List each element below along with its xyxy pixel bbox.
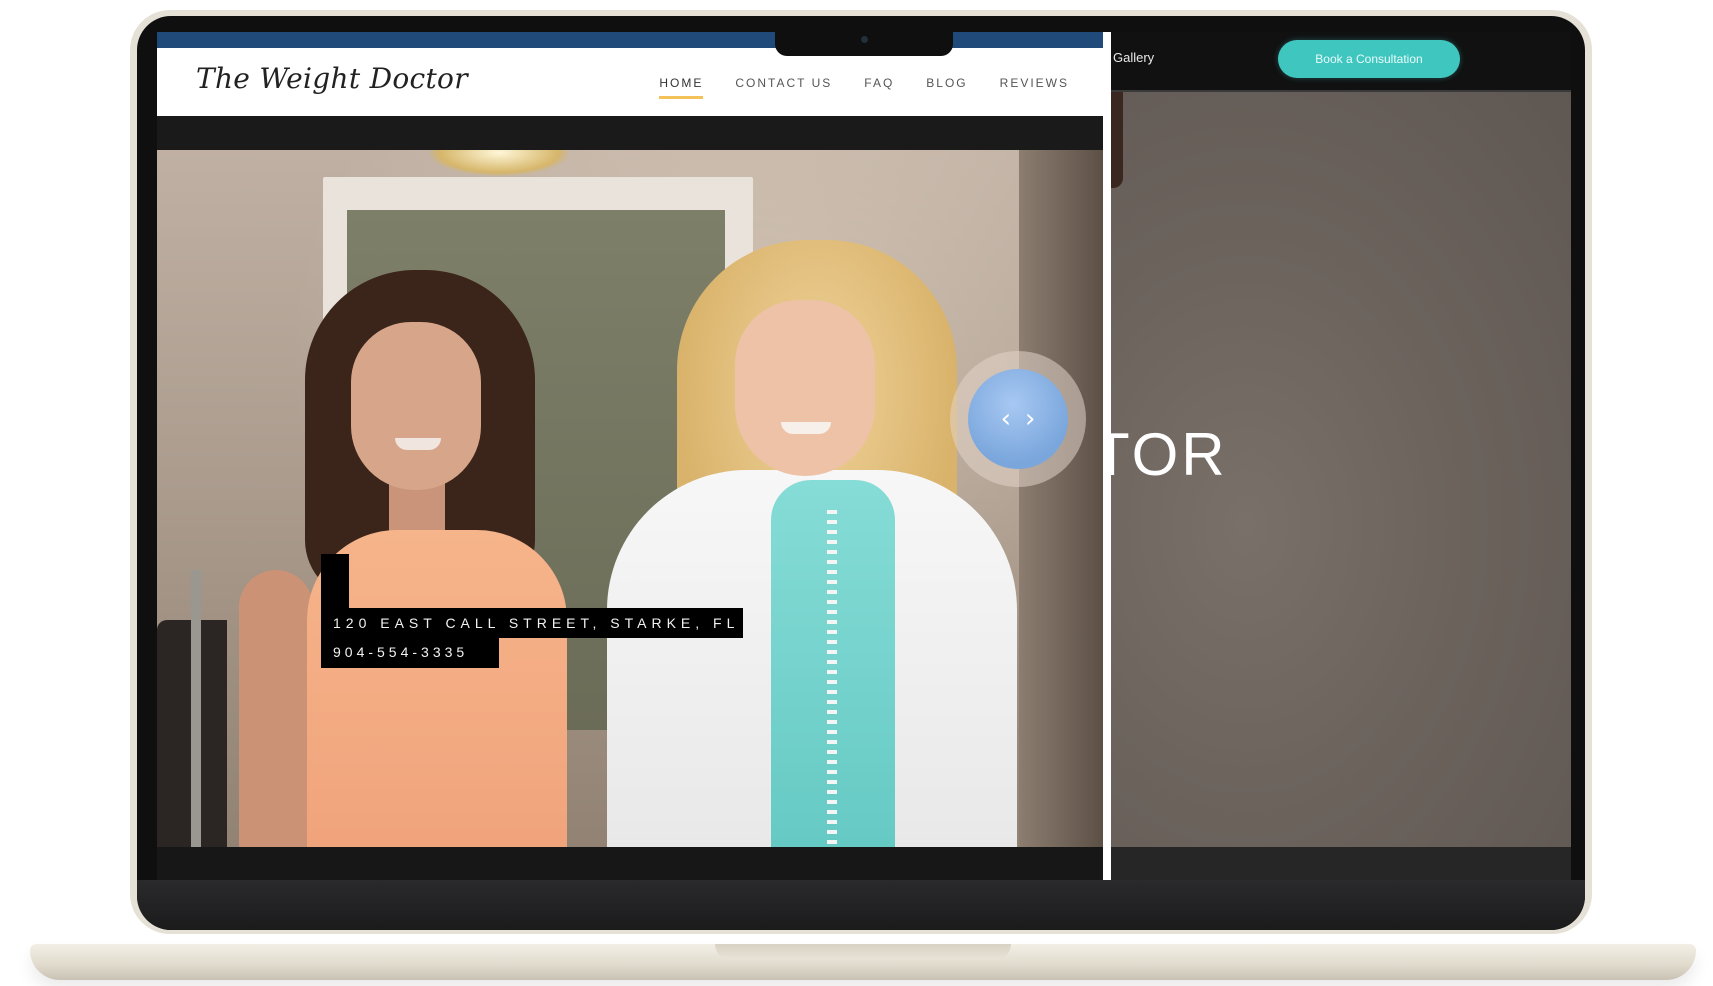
chandelier — [429, 150, 569, 176]
top-accent-bar — [157, 32, 1107, 48]
book-consultation-button[interactable]: Book a Consultation — [1278, 40, 1460, 78]
bezel-bottom — [137, 880, 1585, 930]
compare-handle[interactable]: ‹ › — [968, 369, 1068, 469]
new-site-header: Gallery Book a Consultation — [1107, 32, 1571, 90]
wall-shadow — [1019, 150, 1107, 880]
nav-gallery[interactable]: Gallery — [1113, 50, 1154, 65]
camera-icon — [861, 36, 868, 43]
hero-photo: 120 EAST CALL STREET, STARKE, FL 904-554… — [157, 150, 1107, 880]
header-shadow-band — [157, 116, 1107, 150]
person-left-smile — [395, 438, 441, 450]
nav-contact-us[interactable]: CONTACT US — [735, 76, 832, 99]
nav-reviews[interactable]: REVIEWS — [1000, 76, 1069, 99]
compare-divider[interactable] — [1103, 32, 1111, 880]
new-site-bottom-bar — [1107, 847, 1571, 880]
site-header: The Weight Doctor HOME CONTACT US FAQ BL… — [157, 48, 1107, 116]
stand-pole — [191, 570, 201, 880]
nav-faq[interactable]: FAQ — [864, 76, 894, 99]
address-text: 120 EAST CALL STREET, STARKE, FL — [321, 608, 743, 638]
person-left-face — [351, 322, 481, 490]
hero-title: TOR — [1107, 421, 1228, 488]
screen-bottom-bar — [157, 847, 1107, 880]
person-right-smile — [781, 422, 831, 434]
chevron-left-icon: ‹ — [1000, 404, 1011, 434]
chevron-right-icon: › — [1025, 404, 1036, 434]
person-left-arm — [239, 570, 313, 880]
person-right-face — [735, 300, 875, 476]
nav-home[interactable]: HOME — [659, 76, 704, 99]
camera-notch — [775, 28, 953, 56]
laptop-base-notch — [715, 944, 1011, 960]
blouse-buttons — [827, 510, 837, 880]
laptop-screen: The Weight Doctor HOME CONTACT US FAQ BL… — [157, 32, 1571, 880]
new-site-hero: TOR — [1107, 92, 1571, 880]
main-nav: HOME CONTACT US FAQ BLOG REVIEWS — [659, 76, 1069, 99]
phone-text[interactable]: 904-554-3335 — [321, 638, 499, 668]
nav-blog[interactable]: BLOG — [926, 76, 967, 99]
after-website: Gallery Book a Consultation TOR — [1107, 32, 1571, 880]
site-logo[interactable]: The Weight Doctor — [196, 62, 468, 95]
